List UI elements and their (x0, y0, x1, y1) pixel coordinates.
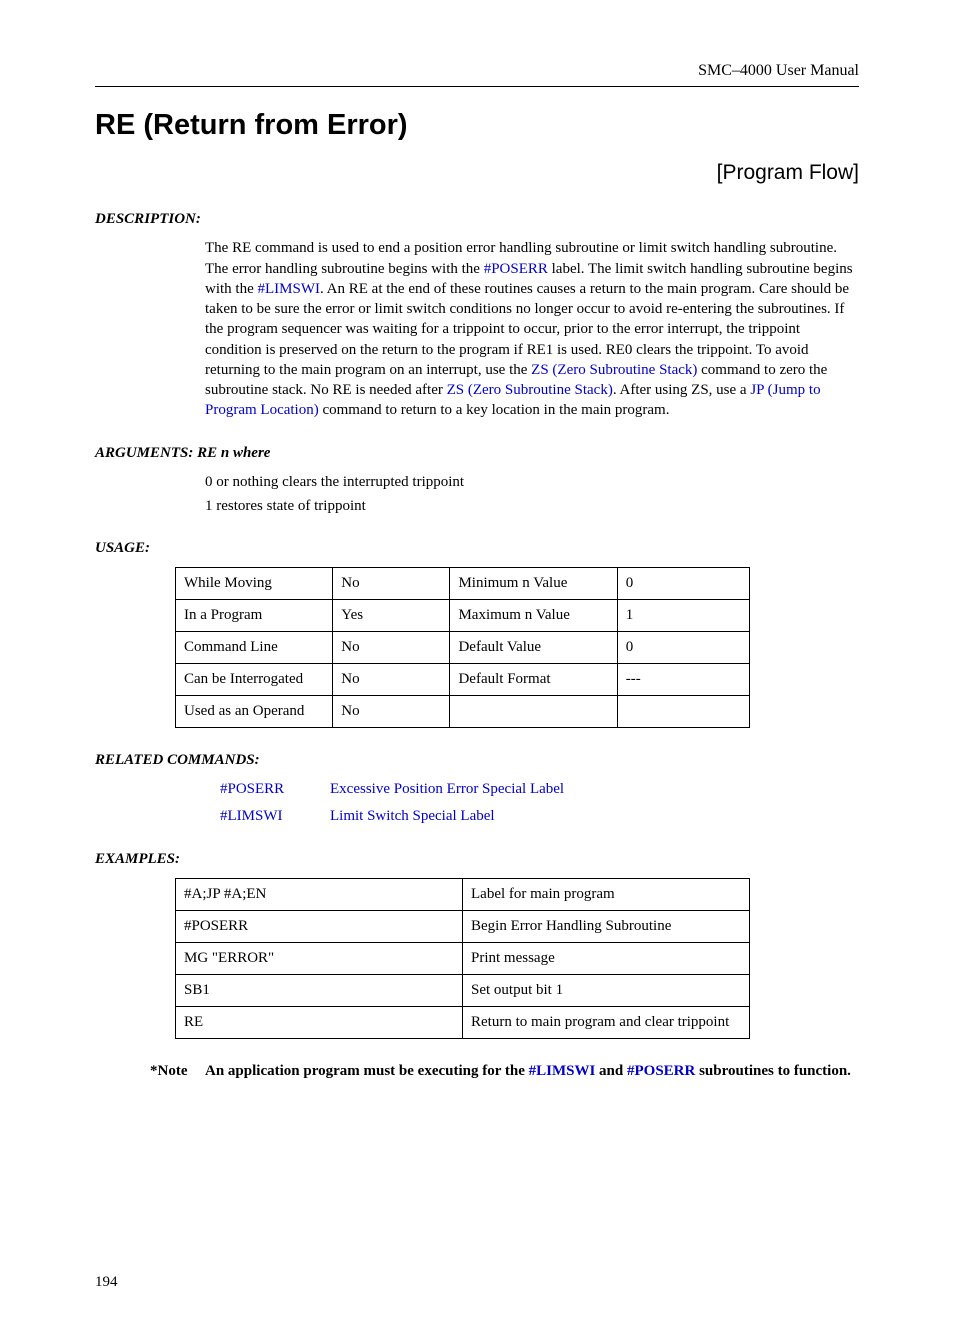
table-cell: No (333, 696, 450, 728)
table-cell: No (333, 568, 450, 600)
arguments-heading: ARGUMENTS: RE n where (95, 443, 859, 464)
table-cell: Label for main program (463, 879, 750, 911)
table-row: SB1Set output bit 1 (176, 975, 750, 1007)
table-row: In a ProgramYesMaximum n Value1 (176, 600, 750, 632)
manual-title: SMC–4000 User Manual (698, 60, 859, 82)
table-cell: MG "ERROR" (176, 943, 463, 975)
table-cell: Maximum n Value (450, 600, 617, 632)
table-cell: Print message (463, 943, 750, 975)
table-cell: Return to main program and clear trippoi… (463, 1007, 750, 1039)
table-cell: Yes (333, 600, 450, 632)
examples-heading: EXAMPLES: (95, 849, 859, 870)
table-cell: No (333, 664, 450, 696)
arg-line: 0 or nothing clears the interrupted trip… (205, 472, 859, 492)
table-row: #POSERRBegin Error Handling Subroutine (176, 911, 750, 943)
table-cell: Default Value (450, 632, 617, 664)
table-cell: Begin Error Handling Subroutine (463, 911, 750, 943)
arg-line: 1 restores state of trippoint (205, 496, 859, 516)
zs-link-2[interactable]: ZS (Zero Subroutine Stack) (447, 382, 613, 398)
table-row: While MovingNoMinimum n Value0 (176, 568, 750, 600)
note-text: An application program must be executing… (205, 1061, 851, 1082)
note: *Note An application program must be exe… (150, 1061, 859, 1082)
description-heading: DESCRIPTION: (95, 209, 859, 230)
related-row: #LIMSWILimit Switch Special Label (220, 806, 859, 827)
table-row: MG "ERROR"Print message (176, 943, 750, 975)
zs-link[interactable]: ZS (Zero Subroutine Stack) (531, 362, 697, 378)
table-row: Can be InterrogatedNoDefault Format--- (176, 664, 750, 696)
category-label: [Program Flow] (95, 158, 859, 187)
note-label: *Note (150, 1061, 205, 1082)
arguments-body: 0 or nothing clears the interrupted trip… (205, 472, 859, 517)
table-row: #A;JP #A;ENLabel for main program (176, 879, 750, 911)
table-row: REReturn to main program and clear tripp… (176, 1007, 750, 1039)
poserr-note-link[interactable]: #POSERR (627, 1063, 695, 1079)
table-cell: SB1 (176, 975, 463, 1007)
table-cell: While Moving (176, 568, 333, 600)
related-desc-link[interactable]: Limit Switch Special Label (330, 806, 495, 827)
table-cell: #POSERR (176, 911, 463, 943)
page-header: SMC–4000 User Manual (95, 60, 859, 87)
desc-text: command to return to a key location in t… (319, 402, 670, 418)
table-cell: Set output bit 1 (463, 975, 750, 1007)
desc-text: . After using ZS, use a (613, 382, 750, 398)
table-cell: Default Format (450, 664, 617, 696)
related-command-link[interactable]: #POSERR (220, 779, 330, 800)
limswi-note-link[interactable]: #LIMSWI (529, 1063, 596, 1079)
table-cell (617, 696, 749, 728)
related-heading: RELATED COMMANDS: (95, 750, 859, 771)
table-cell: Minimum n Value (450, 568, 617, 600)
table-row: Used as an OperandNo (176, 696, 750, 728)
table-cell: #A;JP #A;EN (176, 879, 463, 911)
table-cell: 0 (617, 632, 749, 664)
usage-heading: USAGE: (95, 538, 859, 559)
table-row: Command LineNoDefault Value0 (176, 632, 750, 664)
table-cell: Used as an Operand (176, 696, 333, 728)
table-cell: --- (617, 664, 749, 696)
related-row: #POSERRExcessive Position Error Special … (220, 779, 859, 800)
limswi-link[interactable]: #LIMSWI (258, 281, 321, 297)
table-cell: Command Line (176, 632, 333, 664)
related-command-link[interactable]: #LIMSWI (220, 806, 330, 827)
poserr-link[interactable]: #POSERR (484, 261, 548, 277)
table-cell: 1 (617, 600, 749, 632)
table-cell: RE (176, 1007, 463, 1039)
table-cell: Can be Interrogated (176, 664, 333, 696)
page-number: 194 (95, 1272, 859, 1293)
table-cell (450, 696, 617, 728)
table-cell: In a Program (176, 600, 333, 632)
examples-table: #A;JP #A;ENLabel for main program#POSERR… (175, 878, 750, 1039)
table-cell: No (333, 632, 450, 664)
description-body: The RE command is used to end a position… (205, 238, 859, 420)
usage-table: While MovingNoMinimum n Value0In a Progr… (175, 567, 750, 728)
table-cell: 0 (617, 568, 749, 600)
page-title: RE (Return from Error) (95, 105, 859, 146)
related-desc-link[interactable]: Excessive Position Error Special Label (330, 779, 564, 800)
